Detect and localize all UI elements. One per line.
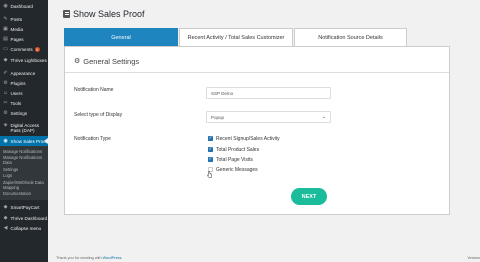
footer-suffix: .: [121, 256, 123, 260]
sales-proof-icon: [63, 10, 70, 18]
comments-count-badge: 0: [34, 47, 40, 53]
submenu-settings[interactable]: Settings: [0, 167, 48, 172]
display-type-value: Popup: [211, 114, 225, 120]
next-button[interactable]: NEXT: [291, 188, 327, 205]
gear-icon: ⚙: [74, 58, 81, 65]
page-title: Show Sales Proof: [63, 9, 145, 19]
submenu-zapier-webhook-data-mapping[interactable]: Zapier/Webhook Data Mapping: [0, 180, 48, 190]
notification-name-input[interactable]: SSP Demo: [206, 87, 331, 99]
sidebar-item-plugins[interactable]: ⚙ Plugins: [0, 78, 48, 88]
pages-icon: ▤: [3, 36, 8, 43]
dap-icon: ◈: [3, 122, 8, 129]
sidebar-item-label: Digital Access Pass (DAP): [10, 123, 40, 134]
plugins-icon: ⚙: [3, 79, 8, 86]
media-icon: ▣: [3, 25, 8, 32]
version-text: Version: [467, 256, 480, 260]
panel-heading-text: General Settings: [83, 57, 140, 66]
sidebar-item-thrive-dashboard[interactable]: ◆ Thrive Dashboard: [0, 213, 48, 223]
sidebar-item-label: Show Sales Proof: [10, 138, 48, 144]
comments-icon: ▭: [3, 46, 8, 53]
sidebar-item-media[interactable]: ▣ Media: [0, 24, 48, 34]
sidebar-item-label: Pages: [10, 37, 24, 43]
sidebar-item-pages[interactable]: ▤ Pages: [0, 35, 48, 45]
collapse-menu-icon: ◀: [3, 224, 8, 231]
option-label: Total Product Sales: [216, 146, 260, 153]
sidebar-item-appearance[interactable]: ✐ Appearance: [0, 68, 48, 78]
sidebar-item-settings[interactable]: ⚙ Settings: [0, 109, 48, 119]
sidebar-item-label: Users: [10, 91, 23, 97]
option-total-page-visits[interactable]: ✓ Total Page Visits: [208, 156, 253, 163]
option-label: Total Page Visits: [216, 156, 253, 163]
tab-notification-source-details[interactable]: Notification Source Details: [294, 28, 407, 46]
hand-cursor-icon: [207, 171, 212, 178]
sidebar-item-label: Thrive Dashboard: [10, 215, 48, 221]
sidebar-item-label: Posts: [10, 16, 23, 22]
sidebar-item-collapse-menu[interactable]: ◀ Collapse menu: [0, 223, 48, 233]
pin-icon: ✎: [3, 15, 8, 22]
submenu-documentation[interactable]: Documentation: [0, 191, 48, 196]
notification-name-label: Notification Name: [74, 87, 114, 93]
settings-icon: ⚙: [3, 110, 8, 117]
sidebar-item-tools[interactable]: ✂ Tools: [0, 99, 48, 109]
thrive-lightboxes-icon: ◆: [3, 56, 8, 63]
sidebar-item-label: Plugins: [10, 80, 26, 86]
sidebar-item-show-sales-proof[interactable]: ◉ Show Sales Proof: [0, 136, 48, 147]
dashboard-icon: ◉: [3, 2, 8, 9]
submenu-logs[interactable]: Logs: [0, 173, 48, 178]
sidebar-item-label: Dashboard: [10, 3, 33, 9]
checkbox-checked[interactable]: ✓: [208, 136, 213, 141]
sidebar-item-label: Media: [10, 26, 24, 32]
tab-general[interactable]: General: [64, 28, 178, 46]
general-settings-panel: ⚙ General Settings Notification Name SSP…: [64, 46, 450, 215]
checkbox-checked[interactable]: ✓: [208, 157, 213, 162]
checkbox-checked[interactable]: ✓: [208, 147, 213, 152]
sidebar-item-label: Settings: [10, 111, 28, 117]
notification-type-label: Notification Type: [74, 136, 111, 142]
sidebar-item-comments[interactable]: ▭ Comments 0: [0, 45, 48, 55]
sidebar-item-dap[interactable]: ◈ Digital Access Pass (DAP): [0, 122, 48, 136]
option-total-product-sales[interactable]: ✓ Total Product Sales: [208, 146, 259, 153]
sidebar-item-label: SmartPayCart: [10, 205, 40, 211]
tools-icon: ✂: [3, 100, 8, 107]
sidebar-item-posts[interactable]: ✎ Posts: [0, 14, 48, 24]
thrive-dashboard-icon: ◆: [3, 214, 8, 221]
sidebar-item-label: Comments: [10, 47, 33, 53]
tab-recent-activity[interactable]: Recent Activity / Total Sales Customizer: [179, 28, 293, 46]
sidebar-item-smartpaycart[interactable]: ◆ SmartPayCart: [0, 203, 48, 213]
smartpaycart-icon: ◆: [3, 204, 8, 211]
notification-name-value: SSP Demo: [211, 90, 234, 96]
submenu-manage-notifications[interactable]: Manage Notifications: [0, 149, 48, 154]
settings-tabs: General Recent Activity / Total Sales Cu…: [64, 28, 408, 46]
display-type-label: Select type of Display: [74, 112, 123, 118]
appearance-icon: ✐: [3, 69, 8, 76]
show-sales-proof-icon: ◉: [3, 137, 8, 144]
footer-text: Thank you for creating with: [56, 256, 103, 260]
users-icon: ☺: [3, 90, 9, 97]
sidebar-item-label: Tools: [10, 101, 22, 107]
sidebar-item-thrive-lightboxes[interactable]: ◆ Thrive Lightboxes: [0, 55, 48, 65]
option-label: Generic Messages: [216, 166, 258, 173]
sidebar-item-label: Collapse menu: [10, 225, 42, 231]
display-type-select[interactable]: Popup ⌄: [206, 111, 331, 123]
admin-footer: Thank you for creating with WordPress.: [56, 256, 122, 260]
admin-sidebar: ◉ Dashboard ✎ Posts ▣ Media ▤ Pages ▭ Co…: [0, 0, 48, 262]
option-generic-messages[interactable]: Generic Messages: [208, 166, 258, 173]
page-title-text: Show Sales Proof: [73, 9, 145, 19]
sidebar-item-label: Thrive Lightboxes: [10, 57, 47, 63]
option-label: Recent Signup/Sales Activity: [216, 135, 280, 142]
sidebar-item-users[interactable]: ☺ Users: [0, 89, 48, 99]
wordpress-link[interactable]: WordPress: [103, 256, 122, 260]
sidebar-submenu: Manage Notifications Manage Notification…: [0, 146, 48, 200]
panel-divider: [65, 72, 449, 73]
chevron-down-icon: ⌄: [321, 114, 326, 120]
option-recent-signup-sales-activity[interactable]: ✓ Recent Signup/Sales Activity: [208, 135, 280, 142]
panel-heading: ⚙ General Settings: [74, 57, 139, 66]
sidebar-item-dashboard[interactable]: ◉ Dashboard: [0, 1, 48, 11]
submenu-manage-notifications-data[interactable]: Manage Notifications Data: [0, 155, 48, 165]
sidebar-item-label: Appearance: [10, 70, 36, 76]
